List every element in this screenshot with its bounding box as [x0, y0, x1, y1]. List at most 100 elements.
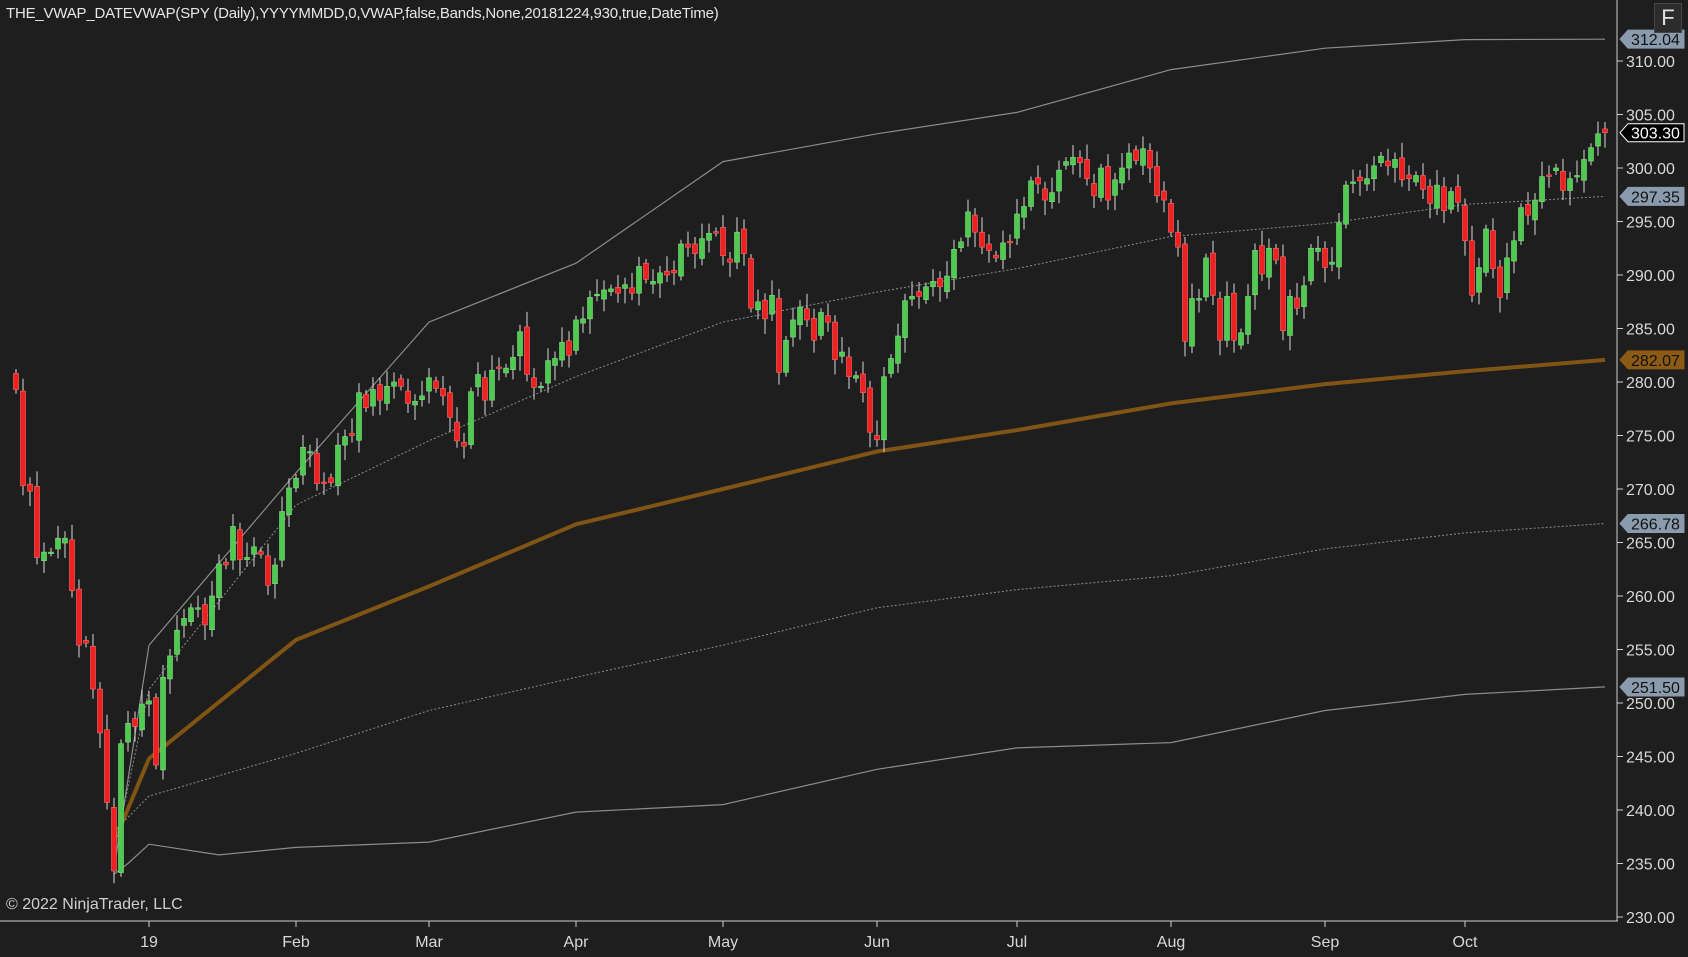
candle: [1238, 328, 1244, 350]
candle-body: [1581, 159, 1587, 181]
candle-body: [1371, 165, 1377, 180]
candle: [1581, 149, 1587, 193]
candle: [482, 370, 488, 416]
candle-body: [321, 481, 327, 484]
candle-body: [783, 339, 789, 373]
candle: [776, 288, 782, 385]
candle: [888, 354, 894, 378]
line-vwap: [112, 357, 1606, 843]
price-chart[interactable]: 230.00 235.00 240.00 245.00 250.00 255.00 260.…: [0, 0, 1688, 957]
candle-body: [832, 321, 838, 360]
candle: [1273, 243, 1279, 265]
f-button[interactable]: F: [1654, 3, 1682, 33]
candle-body: [405, 390, 411, 404]
candle-body: [1483, 228, 1489, 273]
candle: [188, 603, 194, 626]
y-tick-label: 275.00: [1626, 429, 1675, 446]
candle: [1539, 161, 1545, 209]
candle-body: [496, 366, 502, 369]
candle: [769, 280, 775, 322]
line-lower-1: [113, 523, 1606, 832]
candle: [90, 633, 96, 699]
candle-body: [1224, 296, 1230, 341]
y-tick-label: 240.00: [1626, 803, 1675, 820]
candle: [41, 542, 47, 573]
candle: [517, 324, 523, 371]
candle: [314, 438, 320, 491]
candle-body: [937, 277, 943, 288]
candle: [1133, 145, 1139, 165]
candle-body: [1259, 245, 1265, 275]
candle: [958, 237, 964, 252]
candle-body: [1357, 176, 1363, 182]
candle-body: [97, 688, 103, 734]
candle: [272, 558, 278, 599]
candle-body: [104, 729, 110, 803]
candle: [1070, 144, 1076, 175]
candle: [1091, 173, 1097, 209]
candle-body: [923, 286, 929, 300]
candle-body: [286, 487, 292, 515]
candle-body: [804, 308, 810, 321]
candle-body: [1287, 296, 1293, 336]
tag-upper-1: 297.35: [1619, 186, 1685, 206]
candle: [580, 306, 586, 333]
tag-lower-2: 251.50: [1619, 677, 1685, 697]
candle-body: [195, 607, 201, 610]
candle-body: [202, 604, 208, 626]
candle: [230, 514, 236, 570]
candle: [1399, 142, 1405, 187]
candle: [461, 432, 467, 459]
candle: [223, 558, 229, 570]
candle-body: [1448, 191, 1454, 210]
candle: [748, 254, 754, 313]
candle: [671, 260, 677, 286]
candle: [412, 394, 418, 420]
candle: [965, 199, 971, 247]
candle: [1406, 165, 1412, 192]
candle-body: [615, 287, 621, 294]
candle: [153, 693, 159, 770]
candle: [853, 371, 859, 383]
candle-body: [1231, 292, 1237, 341]
candle-body: [384, 385, 390, 404]
candle: [1350, 169, 1356, 194]
candle: [944, 261, 950, 299]
candle: [1343, 180, 1349, 229]
candle: [1483, 224, 1489, 277]
candle: [615, 275, 621, 303]
candle-body: [1413, 175, 1419, 183]
candle-body: [13, 373, 19, 390]
candle: [664, 256, 670, 282]
candle: [1525, 192, 1531, 225]
candle-body: [1301, 285, 1307, 307]
candle-body: [965, 211, 971, 238]
candle-body: [1091, 183, 1097, 197]
indicator-title: THE_VWAP_DATEVWAP(SPY (Daily),YYYYMMDD,0…: [6, 5, 719, 22]
candle: [328, 473, 334, 487]
candle-body: [839, 351, 845, 357]
candle: [1126, 143, 1132, 181]
candle-body: [867, 387, 873, 433]
candle-body: [503, 367, 509, 374]
candle-body: [1098, 167, 1104, 198]
candle-body: [1042, 188, 1048, 201]
candle-body: [986, 243, 992, 251]
candle-body: [552, 358, 558, 366]
tag-vwap-text: 282.07: [1631, 353, 1680, 370]
candle-body: [1532, 199, 1538, 221]
candle-body: [1140, 148, 1146, 166]
candle: [286, 478, 292, 527]
candle: [720, 215, 726, 266]
candle-body: [559, 342, 565, 361]
candle: [937, 271, 943, 302]
candle-body: [1210, 252, 1216, 296]
candle-body: [671, 269, 677, 274]
candle: [1329, 247, 1335, 272]
candle: [265, 543, 271, 595]
candle: [335, 432, 341, 496]
y-tick-label: 290.00: [1626, 268, 1675, 285]
candle: [1287, 289, 1293, 351]
candle-body: [944, 275, 950, 292]
candle-body: [1175, 231, 1181, 248]
